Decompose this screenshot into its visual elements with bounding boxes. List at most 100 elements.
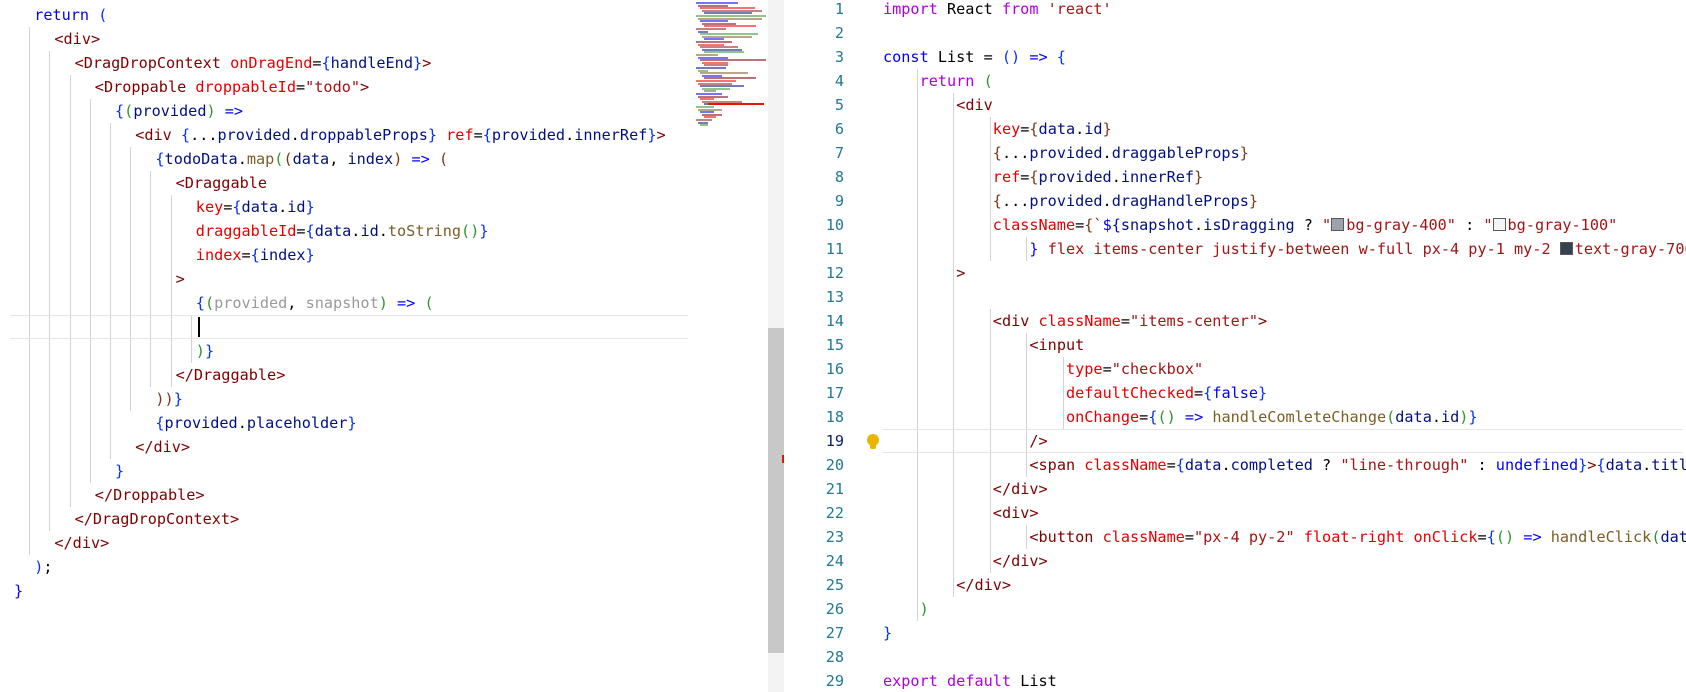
code-line[interactable]: <div>: [993, 501, 1039, 525]
code-line[interactable]: key={data.id}: [196, 195, 315, 219]
code-line[interactable]: <input: [1029, 333, 1084, 357]
code-line[interactable]: type="checkbox": [1066, 357, 1203, 381]
code-token: key: [195, 198, 224, 216]
code-token: droppableId: [195, 78, 296, 96]
code-line[interactable]: </div>: [54, 531, 109, 555]
code-token: "checkbox": [1111, 360, 1204, 378]
code-line[interactable]: <Droppable droppableId="todo">: [95, 75, 369, 99]
code-token: const: [883, 48, 929, 66]
code-line[interactable]: {(provided, snapshot) => (: [196, 291, 434, 315]
code-line[interactable]: const List = () => {: [883, 45, 1066, 69]
code-token: ): [378, 294, 388, 312]
left-editor-pane[interactable]: return (<div> <DragDropContext onDragEnd=…: [0, 0, 688, 692]
code-token: =>: [1184, 408, 1204, 426]
code-token: =>: [1029, 48, 1048, 66]
code-line[interactable]: ): [920, 597, 929, 621]
color-swatch[interactable]: [1331, 218, 1345, 231]
code-line[interactable]: <span className={data.completed ? "line-…: [1029, 453, 1686, 477]
code-line[interactable]: </div>: [993, 477, 1048, 501]
line-number: 28: [825, 648, 844, 666]
code-line[interactable]: export default List: [883, 669, 1057, 692]
code-token: </div: [992, 480, 1039, 498]
minimap-line: [700, 124, 708, 127]
code-token: provided: [217, 126, 291, 144]
code-line[interactable]: }: [883, 621, 892, 645]
code-line[interactable]: }: [14, 579, 23, 603]
code-line[interactable]: >: [956, 261, 965, 285]
code-line[interactable]: draggableId={data.id.toString()}: [196, 219, 489, 243]
code-line[interactable]: index={index}: [196, 243, 315, 267]
code-token: =: [1075, 216, 1085, 234]
code-line[interactable]: <button className="px-4 py-2" float-righ…: [1029, 525, 1686, 549]
code-line[interactable]: defaultChecked={false}: [1066, 381, 1267, 405]
code-line[interactable]: {todoData.map((data, index) => (: [155, 147, 448, 171]
code-line[interactable]: />: [1029, 429, 1047, 453]
indent-guide: [989, 117, 991, 261]
code-token: bg-gray-100": [1507, 216, 1618, 234]
color-swatch[interactable]: [1492, 218, 1506, 231]
indent-guide: [170, 195, 172, 291]
code-line[interactable]: return (: [34, 3, 107, 27]
code-line[interactable]: {...provided.dragHandleProps}: [993, 189, 1258, 213]
code-token: >: [90, 30, 101, 48]
code-line[interactable]: </div>: [135, 435, 190, 459]
code-line[interactable]: {(provided) =>: [115, 99, 243, 123]
line-number: 15: [825, 336, 844, 354]
code-line[interactable]: <div: [956, 93, 993, 117]
code-line[interactable]: <DragDropContext onDragEnd={handleEnd}>: [75, 51, 432, 75]
code-token: }: [479, 222, 489, 240]
code-line[interactable]: return (: [920, 69, 993, 93]
color-swatch[interactable]: [1559, 242, 1573, 255]
code-token: ,: [287, 294, 306, 312]
code-token: (: [1651, 528, 1661, 546]
lightbulb-icon[interactable]: [867, 434, 879, 449]
code-token: =: [241, 246, 251, 264]
code-token: >: [195, 486, 205, 504]
code-line[interactable]: </Droppable>: [95, 483, 205, 507]
code-line[interactable]: }: [115, 459, 124, 483]
code-line[interactable]: </Draggable>: [176, 363, 286, 387]
code-line[interactable]: } flex items-center justify-between w-fu…: [1029, 237, 1686, 261]
line-number: 29: [825, 672, 844, 690]
code-token: ...: [1001, 192, 1030, 210]
line-number: 17: [825, 384, 844, 402]
code-token: droppableProps: [299, 126, 428, 144]
right-editor-pane[interactable]: 1 2 3 4 5 6 7 8 9 10 11 12 13 14 15 16 17 18 19 20 21 22 23 24 2…: [784, 0, 1686, 692]
code-line[interactable]: ))}: [155, 387, 182, 411]
code-token: id: [287, 198, 306, 216]
code-line[interactable]: </div>: [956, 573, 1011, 597]
code-token: .: [1102, 192, 1112, 210]
code-line[interactable]: <div {...provided.droppableProps} ref={p…: [135, 123, 666, 147]
code-token: innerRef: [1120, 168, 1195, 186]
code-token: {: [321, 54, 331, 72]
code-line[interactable]: className={`${snapshot.isDragging ? " bg-…: [993, 213, 1617, 237]
code-line[interactable]: onChange={() => handleComleteChange(data…: [1066, 405, 1478, 429]
line-number: 19: [825, 432, 844, 450]
code-line[interactable]: <div>: [54, 27, 100, 51]
code-line[interactable]: {provided.placeholder}: [155, 411, 356, 435]
code-line[interactable]: >: [176, 267, 185, 291]
code-line[interactable]: );: [34, 555, 52, 579]
code-token: completed: [1230, 456, 1313, 474]
vertical-scrollbar-thumb[interactable]: [768, 328, 784, 653]
code-line[interactable]: <Draggable: [176, 171, 267, 195]
code-line[interactable]: </div>: [993, 549, 1048, 573]
code-line[interactable]: )}: [196, 339, 214, 363]
code-line[interactable]: ref={provided.innerRef}: [993, 165, 1203, 189]
code-token: {: [1203, 384, 1213, 402]
minimap[interactable]: [688, 0, 768, 692]
code-token: `: [1093, 216, 1103, 234]
line-number: 8: [834, 168, 844, 186]
indent-guide: [170, 291, 172, 387]
code-line[interactable]: import React from 'react': [883, 0, 1112, 21]
code-token: onDragEnd: [230, 54, 313, 72]
code-token: id: [360, 222, 379, 240]
indent-guide: [1026, 333, 1028, 477]
code-line[interactable]: <div className="items-center">: [993, 309, 1267, 333]
code-line[interactable]: </DragDropContext>: [75, 507, 240, 531]
code-line[interactable]: key={data.id}: [993, 117, 1112, 141]
code-token: .: [1075, 120, 1085, 138]
code-line[interactable]: {...provided.draggableProps}: [993, 141, 1249, 165]
